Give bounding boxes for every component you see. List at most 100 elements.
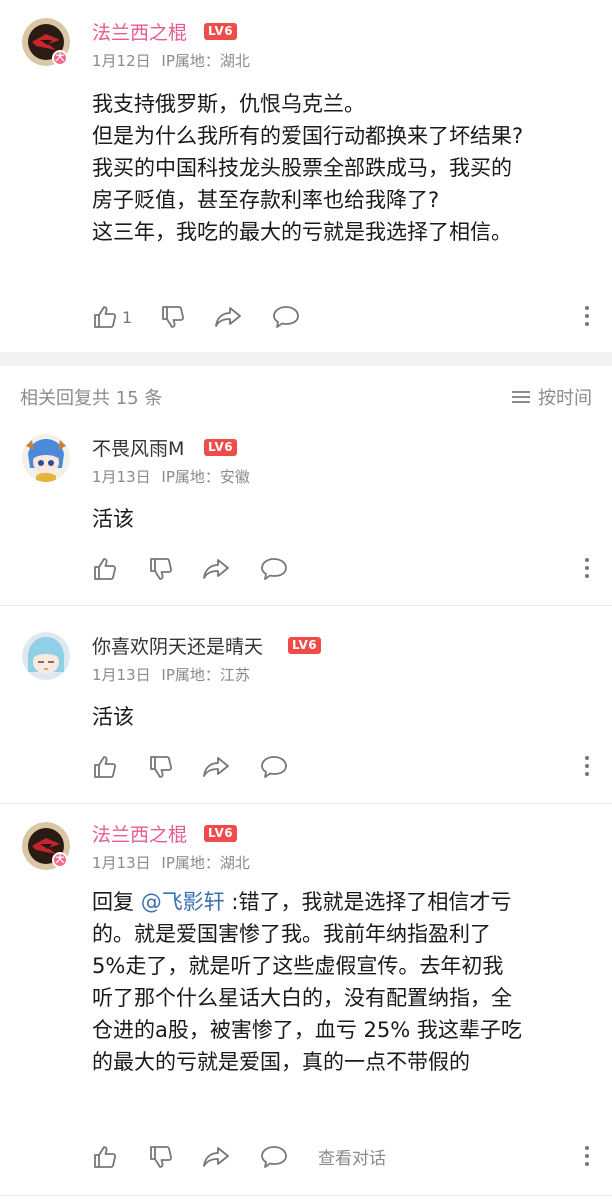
- reply-body: 回复 @飞影轩 :错了，我就是选择了相信才亏 的。就是爱国害惨了我。我前年纳指盈…: [92, 886, 592, 1078]
- reply-line: 仓进的a股，被害惨了，血亏 25% 我这辈子吃: [92, 1018, 522, 1042]
- avatar[interactable]: [22, 434, 70, 482]
- comment-button[interactable]: [260, 554, 288, 584]
- ip-location: IP属地：江苏: [161, 666, 250, 684]
- comment-button[interactable]: [260, 1142, 288, 1172]
- username[interactable]: 不畏风雨M: [92, 434, 184, 461]
- reply-line: 回复 @飞影轩 :错了，我就是选择了相信才亏: [92, 886, 592, 918]
- reply-divider: [0, 1195, 612, 1196]
- more-vertical-icon[interactable]: [584, 1146, 590, 1168]
- reply-body: 活该: [92, 701, 592, 733]
- reply-meta: 1月13日 IP属地：湖北: [92, 852, 250, 873]
- dislike-button[interactable]: [148, 752, 174, 782]
- comment-button[interactable]: [272, 302, 300, 332]
- reply-line-rest: :错了，我就是选择了相信才亏: [224, 890, 512, 914]
- reply-meta: 1月13日 IP属地：江苏: [92, 664, 250, 685]
- thumbs-down-icon: [150, 1146, 173, 1168]
- action-bar: 1: [92, 302, 592, 332]
- share-button[interactable]: [214, 302, 242, 332]
- reply-text: 活该: [92, 705, 134, 729]
- mention-link[interactable]: @飞影轩: [141, 890, 225, 914]
- like-button[interactable]: [92, 554, 118, 584]
- thumbs-down-icon: [150, 558, 173, 580]
- replies-header: 相关回复共 15 条 按时间: [0, 376, 612, 416]
- username[interactable]: 法兰西之棍: [92, 18, 187, 45]
- sort-label: 按时间: [538, 388, 592, 409]
- comment-bubble-icon: [261, 1146, 287, 1168]
- share-arrow-icon: [203, 1147, 229, 1167]
- level-badge: LV6: [204, 825, 238, 842]
- avatar[interactable]: [22, 632, 70, 680]
- dislike-button[interactable]: [148, 1142, 174, 1172]
- username[interactable]: 你喜欢阴天还是晴天: [92, 632, 263, 659]
- share-button[interactable]: [202, 554, 230, 584]
- comment-bubble-icon: [273, 306, 299, 328]
- more-vertical-icon[interactable]: [584, 756, 590, 778]
- thumbs-down-icon: [150, 756, 173, 778]
- post-line: 我支持俄罗斯，仇恨乌克兰。: [92, 92, 365, 116]
- reply-date: 1月13日: [92, 666, 151, 684]
- reply-item: 大 法兰西之棍 LV6 1月13日 IP属地：湖北 回复 @飞影轩 :错了，我就…: [0, 818, 612, 1188]
- post-meta: 1月12日 IP属地：湖北: [92, 50, 250, 71]
- post-line: 这三年，我吃的最大的亏就是我选择了相信。: [92, 220, 512, 244]
- user-rank-badge: 大: [52, 852, 68, 868]
- reply-body: 活该: [92, 503, 592, 535]
- share-arrow-icon: [203, 559, 229, 579]
- share-button[interactable]: [202, 752, 230, 782]
- reply-date: 1月13日: [92, 854, 151, 872]
- user-rank-badge: 大: [52, 50, 68, 66]
- comment-bubble-icon: [261, 756, 287, 778]
- more-vertical-icon[interactable]: [584, 558, 590, 580]
- username[interactable]: 法兰西之棍: [92, 820, 187, 847]
- thumbs-down-icon: [162, 306, 185, 328]
- reply-line: 的。就是爱国害惨了我。我前年纳指盈利了: [92, 922, 491, 946]
- post-date: 1月12日: [92, 52, 151, 70]
- thumbs-up-icon: [94, 1146, 117, 1168]
- ip-location: IP属地：湖北: [161, 854, 250, 872]
- action-bar: [92, 752, 592, 782]
- comment-bubble-icon: [261, 558, 287, 580]
- level-badge: LV6: [204, 23, 238, 40]
- more-vertical-icon[interactable]: [584, 306, 590, 328]
- ip-location: IP属地：安徽: [161, 468, 250, 486]
- like-count: 1: [122, 307, 133, 327]
- action-bar: [92, 554, 592, 584]
- thumbs-up-icon: [94, 558, 117, 580]
- reply-divider: [0, 605, 612, 606]
- thumbs-up-icon: [94, 306, 117, 328]
- level-badge: LV6: [288, 637, 322, 654]
- level-badge: LV6: [204, 439, 238, 456]
- action-bar: 查看对话: [92, 1142, 592, 1172]
- main-post: 大 法兰西之棍 LV6 1月12日 IP属地：湖北 我支持俄罗斯，仇恨乌克兰。 …: [0, 0, 612, 352]
- reply-prefix: 回复: [92, 890, 141, 914]
- share-arrow-icon: [215, 307, 241, 327]
- like-button[interactable]: 1: [92, 302, 132, 332]
- share-button[interactable]: [202, 1142, 230, 1172]
- post-body: 我支持俄罗斯，仇恨乌克兰。 但是为什么我所有的爱国行动都换来了坏结果? 我买的中…: [92, 88, 592, 248]
- sort-toggle[interactable]: 按时间: [512, 384, 592, 410]
- reply-line: 5%走了，就是听了这些虚假宣传。去年初我: [92, 954, 504, 978]
- post-line: 我买的中国科技龙头股票全部跌成马，我买的: [92, 156, 512, 180]
- post-line: 房子贬值，甚至存款利率也给我降了?: [92, 188, 440, 212]
- reply-text: 活该: [92, 507, 134, 531]
- like-button[interactable]: [92, 1142, 118, 1172]
- dislike-button[interactable]: [160, 302, 186, 332]
- sort-lines-icon: [512, 390, 530, 404]
- comment-button[interactable]: [260, 752, 288, 782]
- reply-count: 相关回复共 15 条: [20, 388, 163, 409]
- reply-divider: [0, 803, 612, 804]
- reply-line: 听了那个什么星话大白的，没有配置纳指，全: [92, 986, 512, 1010]
- reply-meta: 1月13日 IP属地：安徽: [92, 466, 250, 487]
- share-arrow-icon: [203, 757, 229, 777]
- like-button[interactable]: [92, 752, 118, 782]
- thumbs-up-icon: [94, 756, 117, 778]
- reply-line: 的最大的亏就是爱国，真的一点不带假的: [92, 1050, 470, 1074]
- section-divider: [0, 352, 612, 366]
- reply-item: 你喜欢阴天还是晴天 LV6 1月13日 IP属地：江苏 活该: [0, 622, 612, 804]
- view-conversation-link[interactable]: 查看对话: [318, 1144, 386, 1169]
- reply-item: 不畏风雨M LV6 1月13日 IP属地：安徽 活该: [0, 424, 612, 606]
- post-line: 但是为什么我所有的爱国行动都换来了坏结果?: [92, 124, 524, 148]
- dislike-button[interactable]: [148, 554, 174, 584]
- comment-thread-page: 大 法兰西之棍 LV6 1月12日 IP属地：湖北 我支持俄罗斯，仇恨乌克兰。 …: [0, 0, 612, 1200]
- reply-date: 1月13日: [92, 468, 151, 486]
- ip-location: IP属地：湖北: [161, 52, 250, 70]
